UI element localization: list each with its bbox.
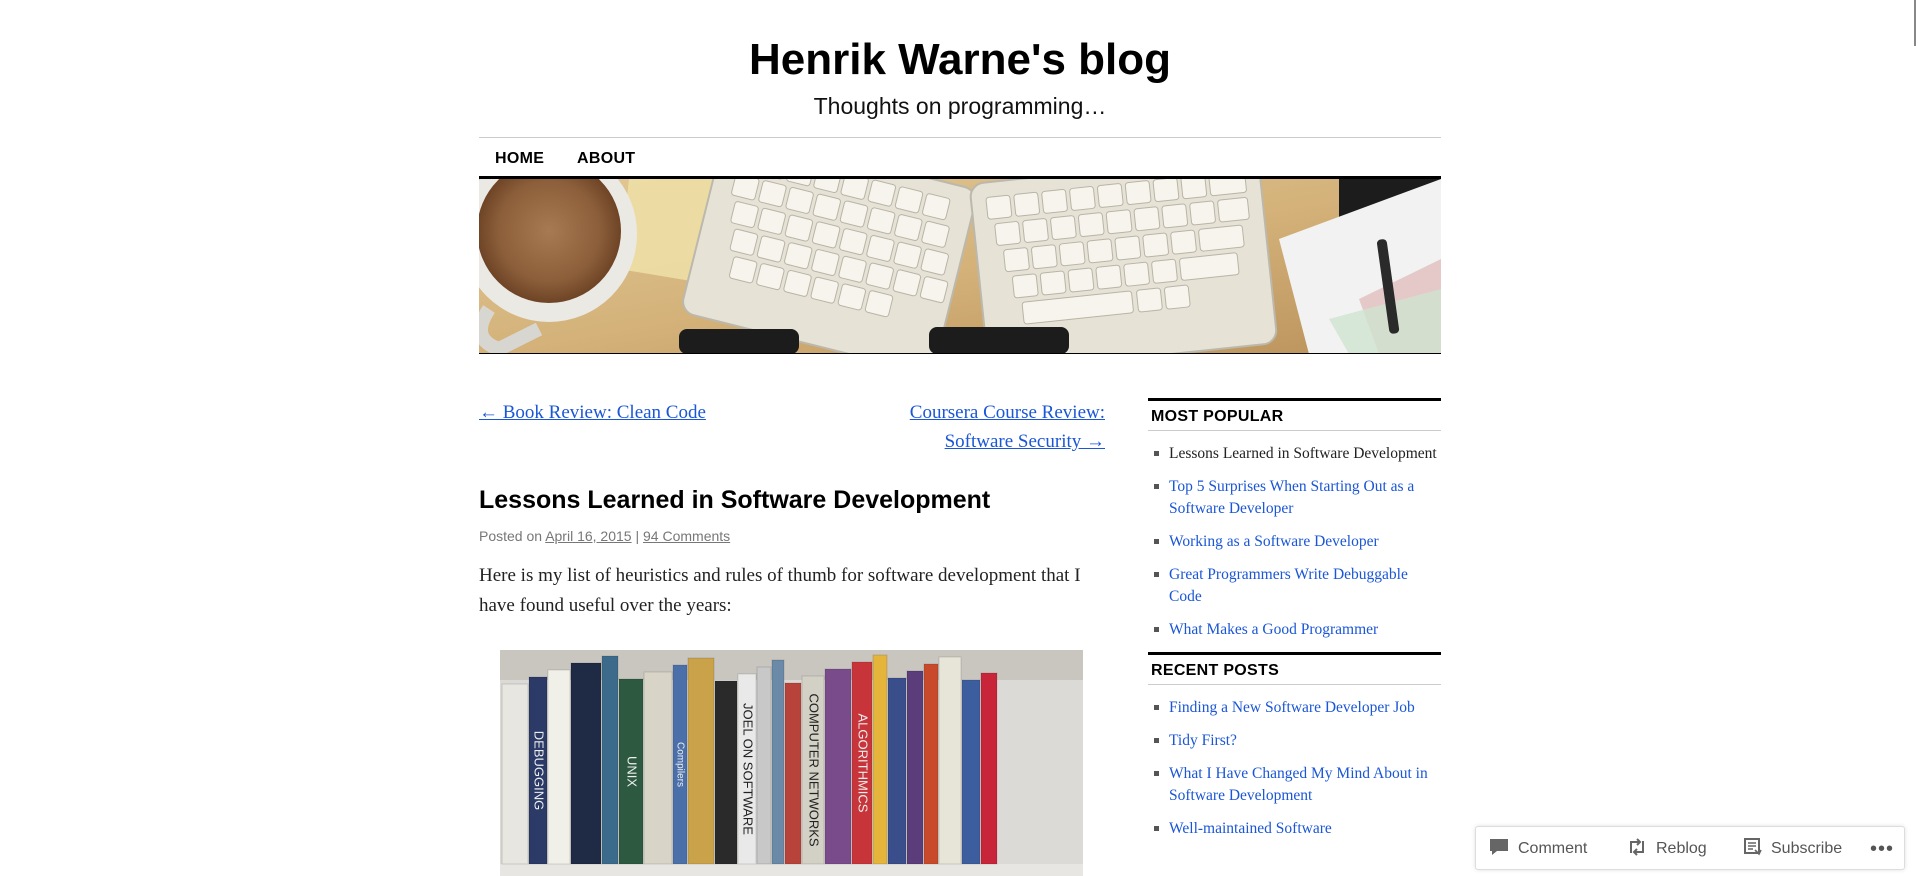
most-popular-widget: MOST POPULAR Lessons Learned in Software… [1148, 398, 1441, 641]
recent-post-link[interactable]: What I Have Changed My Mind About in Sof… [1169, 765, 1428, 804]
recent-post-link[interactable]: Well-maintained Software [1169, 820, 1332, 837]
book-spine [771, 659, 785, 865]
popular-link[interactable]: Working as a Software Developer [1169, 533, 1379, 550]
book-spine [824, 668, 852, 865]
comment-button[interactable]: Comment [1488, 827, 1587, 871]
book-spine [756, 666, 772, 865]
recent-post-link[interactable]: Tidy First? [1169, 732, 1237, 749]
comment-label: Comment [1518, 840, 1588, 857]
nav-about[interactable]: ABOUT [577, 150, 635, 168]
next-post-link[interactable]: Coursera Course Review: Software Security… [845, 398, 1105, 456]
popular-link[interactable]: Great Programmers Write Debuggable Code [1169, 566, 1408, 605]
post-date-link[interactable]: April 16, 2015 [545, 528, 631, 544]
sidebar: MOST POPULAR Lessons Learned in Software… [1148, 398, 1441, 851]
scrollbar-thumb[interactable] [1914, 0, 1916, 46]
comments-link[interactable]: 94 Comments [643, 528, 730, 544]
header-image [479, 179, 1441, 354]
action-bar: Comment Reblog Subscribe ••• [1475, 826, 1905, 870]
previous-post-link[interactable]: ← Book Review: Clean Code [479, 398, 706, 427]
popular-link[interactable]: What Makes a Good Programmer [1169, 621, 1378, 638]
next-post-link-line1: Coursera Course Review: [909, 402, 1105, 423]
book-spine [887, 677, 907, 865]
book-spine [501, 683, 529, 865]
recent-posts-list: Finding a New Software Developer Job Tid… [1148, 685, 1441, 840]
list-item: What I Have Changed My Mind About in Sof… [1148, 763, 1441, 807]
list-item: Great Programmers Write Debuggable Code [1148, 564, 1441, 608]
most-popular-title: MOST POPULAR [1148, 398, 1441, 431]
subscribe-button[interactable]: Subscribe [1743, 827, 1842, 871]
book-spine [784, 682, 802, 865]
most-popular-list: Lessons Learned in Software Development … [1148, 431, 1441, 641]
meta-separator: | [635, 528, 640, 544]
book-spine-title: JOEL ON SOFTWARE [741, 703, 756, 835]
post-title[interactable]: Lessons Learned in Software Development [479, 486, 990, 515]
reblog-button[interactable]: Reblog [1626, 827, 1707, 871]
book-spine-title: UNIX [625, 756, 640, 787]
site-description: Thoughts on programming… [813, 93, 1107, 119]
bookshelf-image: DEBUGGING UNIX Compilers JOEL ON SOFTWARE CO… [500, 650, 1083, 876]
list-item: Tidy First? [1148, 730, 1441, 752]
popular-item-current: Lessons Learned in Software Development [1169, 445, 1437, 462]
book-spine [961, 679, 981, 865]
bookshelf-illustration: DEBUGGING UNIX Compilers JOEL ON SOFTWARE CO… [500, 650, 1083, 876]
list-item: Lessons Learned in Software Development [1148, 443, 1441, 465]
list-item: Well-maintained Software [1148, 818, 1441, 840]
list-item: Working as a Software Developer [1148, 531, 1441, 553]
book-spine-title: Compilers [674, 742, 685, 787]
more-icon: ••• [1870, 837, 1895, 860]
reblog-label: Reblog [1656, 840, 1707, 857]
subscribe-icon [1743, 837, 1763, 862]
main-nav: HOME ABOUT [479, 138, 1441, 176]
post-intro: Here is my list of heuristics and rules … [479, 565, 1081, 616]
recent-post-link[interactable]: Finding a New Software Developer Job [1169, 699, 1415, 716]
book-spine [872, 654, 888, 865]
book-spine [601, 655, 619, 865]
book-spine [547, 669, 571, 865]
popular-link[interactable]: Top 5 Surprises When Starting Out as a S… [1169, 478, 1414, 517]
book-spine [643, 671, 673, 865]
recent-posts-widget: RECENT POSTS Finding a New Software Deve… [1148, 652, 1441, 840]
book-spine [980, 672, 998, 865]
book-spine-title: DEBUGGING [532, 731, 547, 810]
more-options-button[interactable]: ••• [1870, 827, 1894, 871]
book-spine [570, 662, 602, 865]
book-spine [906, 670, 924, 865]
posted-on-label: Posted on [479, 528, 543, 544]
reblog-icon [1626, 837, 1648, 862]
book-spine [714, 680, 738, 865]
site-title[interactable]: Henrik Warne's blog [479, 30, 1441, 90]
book-spine [687, 657, 715, 865]
subscribe-label: Subscribe [1771, 840, 1843, 857]
header-desk-illustration [479, 179, 1441, 353]
post-meta: Posted on April 16, 2015 | 94 Comments [479, 528, 730, 544]
book-spine [923, 663, 939, 865]
list-item: Finding a New Software Developer Job [1148, 697, 1441, 719]
comment-icon [1488, 837, 1510, 862]
recent-posts-title: RECENT POSTS [1148, 652, 1441, 685]
book-spine-title: ALGORITHMICS [856, 714, 871, 813]
next-post-link-line2: Software Security → [944, 431, 1105, 452]
list-item: What Makes a Good Programmer [1148, 619, 1441, 641]
book-spine-title: COMPUTER NETWORKS [807, 693, 822, 846]
list-item: Top 5 Surprises When Starting Out as a S… [1148, 476, 1441, 520]
nav-home[interactable]: HOME [495, 150, 544, 168]
book-spine [938, 656, 962, 865]
